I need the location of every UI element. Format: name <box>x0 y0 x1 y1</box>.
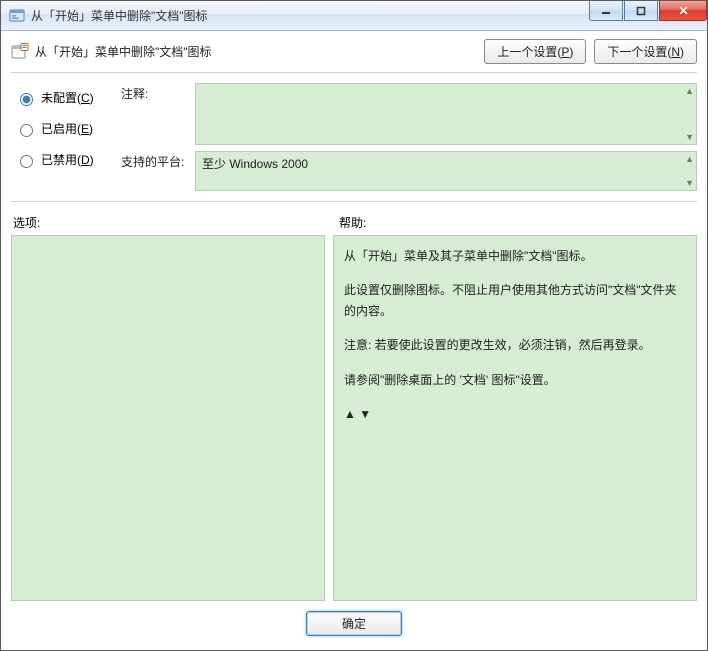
fields-col: 注释: ▲ ▼ 支持的平台: 至少 Windows 2000 ▲ ▼ <box>121 83 697 191</box>
divider <box>11 201 697 202</box>
minimize-button[interactable] <box>589 1 623 21</box>
radio-not-configured-input[interactable] <box>20 93 33 106</box>
policy-title: 从「开始」菜单中删除"文档"图标 <box>35 43 484 60</box>
comment-field[interactable]: ▲ ▼ <box>195 83 697 145</box>
client-area: 从「开始」菜单中删除"文档"图标 上一个设置(P) 下一个设置(N) 未配置(C… <box>1 31 707 650</box>
app-icon <box>9 8 25 24</box>
header-row: 从「开始」菜单中删除"文档"图标 上一个设置(P) 下一个设置(N) <box>11 39 697 64</box>
close-button[interactable] <box>659 1 707 21</box>
policy-icon <box>11 43 29 61</box>
options-label: 选项: <box>11 214 333 231</box>
previous-setting-button[interactable]: 上一个设置(P) <box>484 39 586 64</box>
scroll-up-icon[interactable]: ▲ <box>685 154 694 164</box>
radio-disabled[interactable]: 已禁用(D) <box>15 151 121 168</box>
window-title: 从「开始」菜单中删除"文档"图标 <box>31 7 208 24</box>
scroll-up-icon[interactable]: ▲ <box>685 86 694 96</box>
radio-not-configured[interactable]: 未配置(C) <box>15 89 121 106</box>
scroll-down-icon[interactable]: ▼ <box>685 132 694 142</box>
help-paragraph: 请参阅"删除桌面上的 '文档' 图标"设置。 <box>344 370 678 390</box>
radio-enabled[interactable]: 已启用(E) <box>15 120 121 137</box>
scroll-down-icon[interactable]: ▼ <box>685 178 694 188</box>
scroll-down-icon[interactable]: ▼ <box>359 407 371 421</box>
platform-label: 支持的平台: <box>121 151 191 170</box>
help-panel: 从「开始」菜单及其子菜单中删除"文档"图标。 此设置仅删除图标。不阻止用户使用其… <box>333 235 697 601</box>
help-paragraph: 此设置仅删除图标。不阻止用户使用其他方式访问"文档"文件夹的内容。 <box>344 280 678 321</box>
panels: 从「开始」菜单及其子菜单中删除"文档"图标。 此设置仅删除图标。不阻止用户使用其… <box>11 235 697 601</box>
section-labels: 选项: 帮助: <box>11 214 697 231</box>
config-row: 未配置(C) 已启用(E) 已禁用(D) 注释: ▲ ▼ 支持的平台: 至少 W… <box>11 79 697 199</box>
state-radio-group: 未配置(C) 已启用(E) 已禁用(D) <box>11 83 121 191</box>
help-paragraph: 注意: 若要使此设置的更改生效，必须注销，然后再登录。 <box>344 335 678 355</box>
radio-enabled-input[interactable] <box>20 124 33 137</box>
maximize-button[interactable] <box>624 1 658 21</box>
window-controls <box>589 1 707 21</box>
next-setting-button[interactable]: 下一个设置(N) <box>594 39 697 64</box>
comment-label: 注释: <box>121 83 191 102</box>
supported-platform-field: 至少 Windows 2000 ▲ ▼ <box>195 151 697 191</box>
ok-button[interactable]: 确定 <box>306 611 402 636</box>
help-paragraph: 从「开始」菜单及其子菜单中删除"文档"图标。 <box>344 246 678 266</box>
window-titlebar: 从「开始」菜单中删除"文档"图标 <box>1 1 707 31</box>
help-label: 帮助: <box>333 214 697 231</box>
scroll-up-icon[interactable]: ▲ <box>344 407 356 421</box>
divider <box>11 72 697 73</box>
platform-value: 至少 Windows 2000 <box>202 157 308 171</box>
radio-disabled-input[interactable] <box>20 155 33 168</box>
footer: 确定 <box>11 601 697 640</box>
options-panel <box>11 235 325 601</box>
